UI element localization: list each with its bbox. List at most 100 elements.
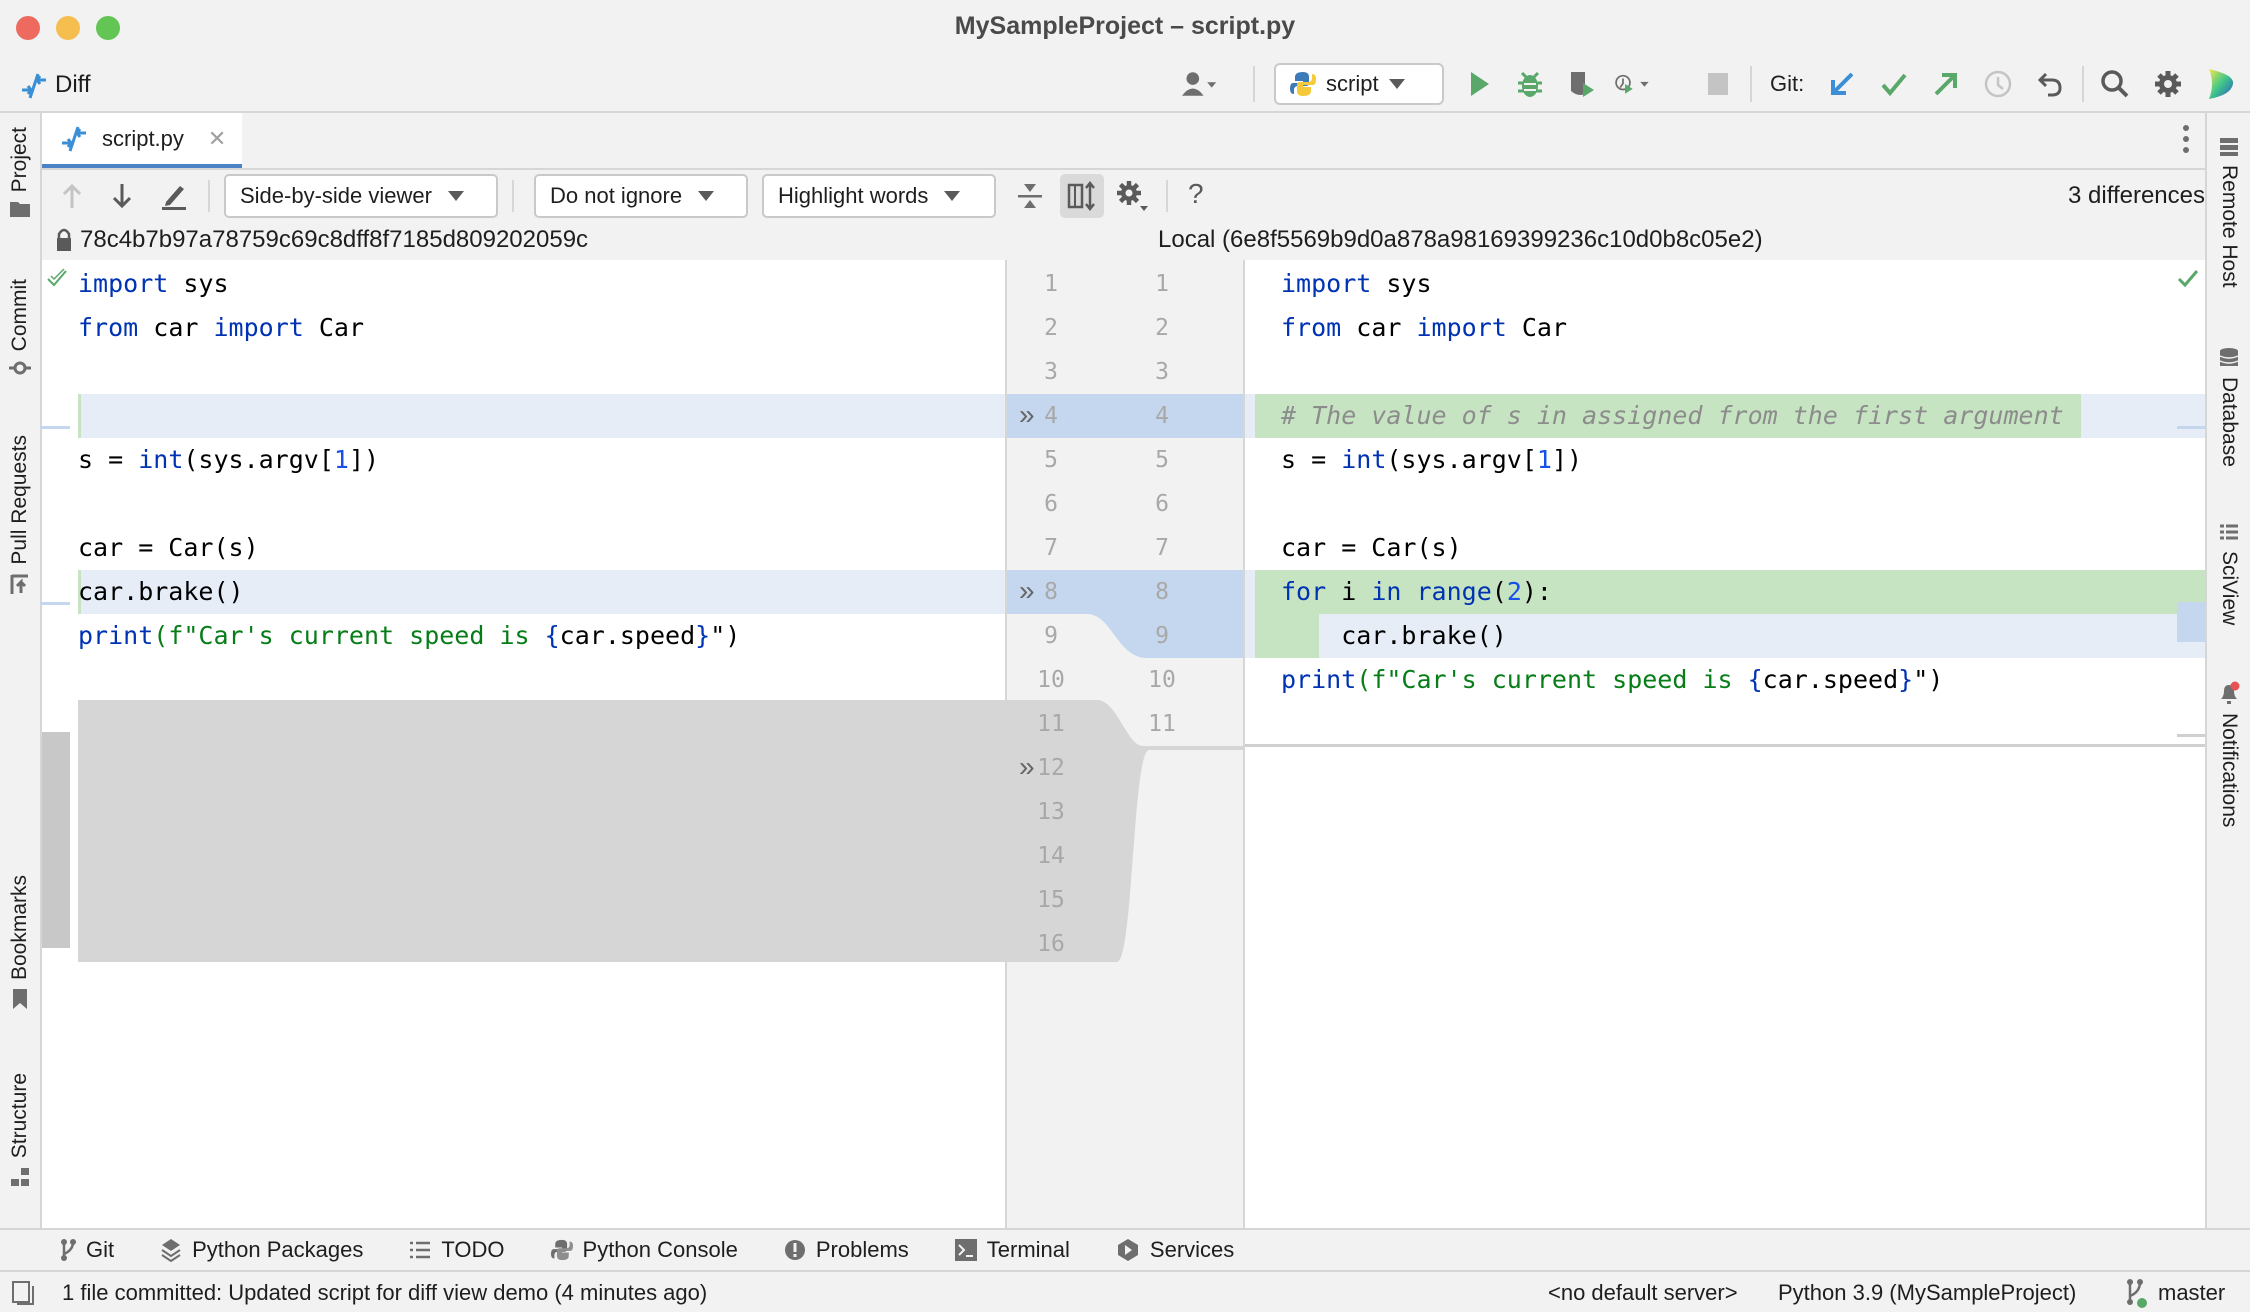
stop-button[interactable] [1700, 66, 1736, 102]
jetbrains-ai-button[interactable] [2202, 66, 2238, 102]
code-token: Car [1506, 313, 1568, 342]
right-code-line[interactable]: s = int(sys.argv[1]) [1281, 438, 1582, 482]
main-toolbar: Diff script Git: [0, 54, 2250, 113]
git-branch-widget[interactable]: master [2126, 1278, 2225, 1308]
run-configuration-selector[interactable]: script [1274, 63, 1444, 105]
left-line-number: 14 [1037, 843, 1065, 869]
left-code-line[interactable]: s = int(sys.argv[1]) [78, 438, 379, 482]
tool-notifications-label: Notifications [2218, 713, 2241, 828]
git-push-button[interactable] [1928, 66, 1964, 102]
modified-block-left-1 [78, 394, 1005, 438]
tool-sciview[interactable]: SciView [2217, 523, 2241, 625]
right-code-line[interactable]: car.brake() [1281, 614, 1507, 658]
diff-icon [62, 126, 86, 151]
right-code-line[interactable]: from car import Car [1281, 306, 1567, 350]
left-code-line[interactable]: from car import Car [78, 306, 364, 350]
debug-button[interactable] [1512, 66, 1548, 102]
left-tool-stripe: Project Commit Pull Requests Bookmarks S… [0, 113, 42, 1228]
right-code-line[interactable]: print(f"Car's current speed is {car.spee… [1281, 658, 1943, 702]
right-line-number: 3 [1155, 359, 1169, 385]
apply-change-icon-3[interactable]: » [1019, 746, 1035, 790]
tool-todo[interactable]: TODO [409, 1237, 505, 1263]
account-button[interactable] [1182, 66, 1218, 102]
highlight-mode-dropdown[interactable]: Highlight words [762, 174, 996, 218]
run-button[interactable] [1462, 66, 1498, 102]
tool-database[interactable]: Database [2217, 347, 2241, 467]
run-with-coverage-button[interactable] [1564, 66, 1600, 102]
close-tab-icon[interactable]: ✕ [208, 126, 226, 152]
right-line-number: 9 [1155, 623, 1169, 649]
left-revision-hash: 78c4b7b97a78759c69c8dff8f7185d809202059c [80, 226, 589, 253]
tool-bookmarks[interactable]: Bookmarks [8, 875, 32, 1010]
tool-commit[interactable]: Commit [8, 279, 32, 377]
tool-bookmarks-label: Bookmarks [8, 875, 31, 981]
status-message[interactable]: 1 file committed: Updated script for dif… [62, 1280, 707, 1306]
right-revision-header: Local (6e8f5569b9d0a878a98169399236c10d0… [1158, 226, 1763, 253]
left-line-number: 3 [1044, 359, 1058, 385]
git-rollback-button[interactable] [2032, 66, 2068, 102]
tool-structure[interactable]: Structure [8, 1073, 32, 1188]
chevron-down-icon [698, 191, 715, 201]
toggle-tool-windows-icon[interactable] [12, 1281, 34, 1305]
tool-terminal[interactable]: Terminal [954, 1237, 1070, 1263]
viewer-mode-value: Side-by-side viewer [240, 183, 432, 208]
change-marker [40, 426, 70, 429]
tool-pull-requests[interactable]: Pull Requests [8, 435, 32, 595]
collapse-unchanged-button[interactable] [1012, 178, 1048, 214]
left-code-line[interactable]: car = Car(s) [78, 526, 259, 570]
right-code-line[interactable]: # The value of s in assigned from the fi… [1281, 394, 2064, 438]
list-icon [410, 1241, 431, 1259]
tab-script-py[interactable]: script.py ✕ [42, 113, 242, 168]
code-token: 2 [1506, 577, 1522, 606]
tool-remote-host[interactable]: Remote Host [2217, 137, 2241, 288]
left-code-line[interactable]: print(f"Car's current speed is {car.spee… [78, 614, 740, 658]
synchronize-scrolling-toggle[interactable] [1060, 174, 1104, 218]
right-line-number: 8 [1155, 579, 1169, 605]
left-line-number: 13 [1037, 799, 1065, 825]
code-token: s = [78, 445, 139, 474]
python-icon [1290, 72, 1316, 96]
code-token: # The value of s in assigned from the fi… [1281, 401, 2064, 430]
tool-problems[interactable]: Problems [784, 1237, 909, 1263]
git-history-button[interactable] [1980, 66, 2016, 102]
tool-git[interactable]: Git [60, 1237, 114, 1263]
change-marker [40, 602, 70, 605]
search-button[interactable] [2097, 66, 2133, 102]
settings-button[interactable] [2150, 66, 2186, 102]
right-code-line[interactable]: car = Car(s) [1281, 526, 1462, 570]
python-interpreter[interactable]: Python 3.9 (MySampleProject) [1778, 1280, 2076, 1306]
left-code-line[interactable]: import sys [78, 262, 229, 306]
ignore-whitespace-dropdown[interactable]: Do not ignore [534, 174, 748, 218]
status-bar: 1 file committed: Updated script for dif… [0, 1270, 2250, 1312]
deployment-server[interactable]: <no default server> [1548, 1280, 1738, 1306]
notification-bell-icon [2221, 681, 2240, 704]
tool-notifications[interactable]: Notifications [2217, 681, 2241, 827]
edit-source-button[interactable] [156, 178, 192, 214]
previous-difference-button[interactable] [54, 178, 90, 214]
tool-services[interactable]: Services [1116, 1237, 1234, 1263]
apply-change-icon-1[interactable]: » [1019, 394, 1035, 438]
left-code-line[interactable]: car.brake() [78, 570, 244, 614]
apply-change-icon-2[interactable]: » [1019, 570, 1035, 614]
git-push-icon [1934, 73, 1957, 96]
viewer-mode-dropdown[interactable]: Side-by-side viewer [224, 174, 498, 218]
git-commit-button[interactable] [1876, 66, 1912, 102]
diff-settings-button[interactable] [1114, 178, 1150, 214]
help-button[interactable]: ? [1188, 178, 1204, 210]
right-code-line[interactable]: for i in range(2): [1281, 570, 1552, 614]
git-rollback-icon [2037, 72, 2062, 97]
profile-button[interactable] [1614, 66, 1650, 102]
tool-python-console[interactable]: Python Console [550, 1237, 738, 1263]
left-revision-header: 78c4b7b97a78759c69c8dff8f7185d809202059c [56, 226, 588, 254]
git-update-button[interactable] [1824, 66, 1860, 102]
next-difference-button[interactable] [104, 178, 140, 214]
more-options-button[interactable] [2183, 125, 2189, 153]
right-editor-pane[interactable]: import sys from car import Car # The value… [1245, 260, 2205, 1228]
right-code-line[interactable]: import sys [1281, 262, 1432, 306]
code-token: 1 [1536, 445, 1552, 474]
left-editor-pane[interactable]: import sys from car import Car s = int(sys… [40, 260, 1005, 1228]
change-marker [2177, 602, 2205, 642]
tool-project[interactable]: Project [8, 127, 32, 218]
tool-python-packages[interactable]: Python Packages [160, 1237, 363, 1263]
jetbrains-icon [2209, 69, 2234, 99]
